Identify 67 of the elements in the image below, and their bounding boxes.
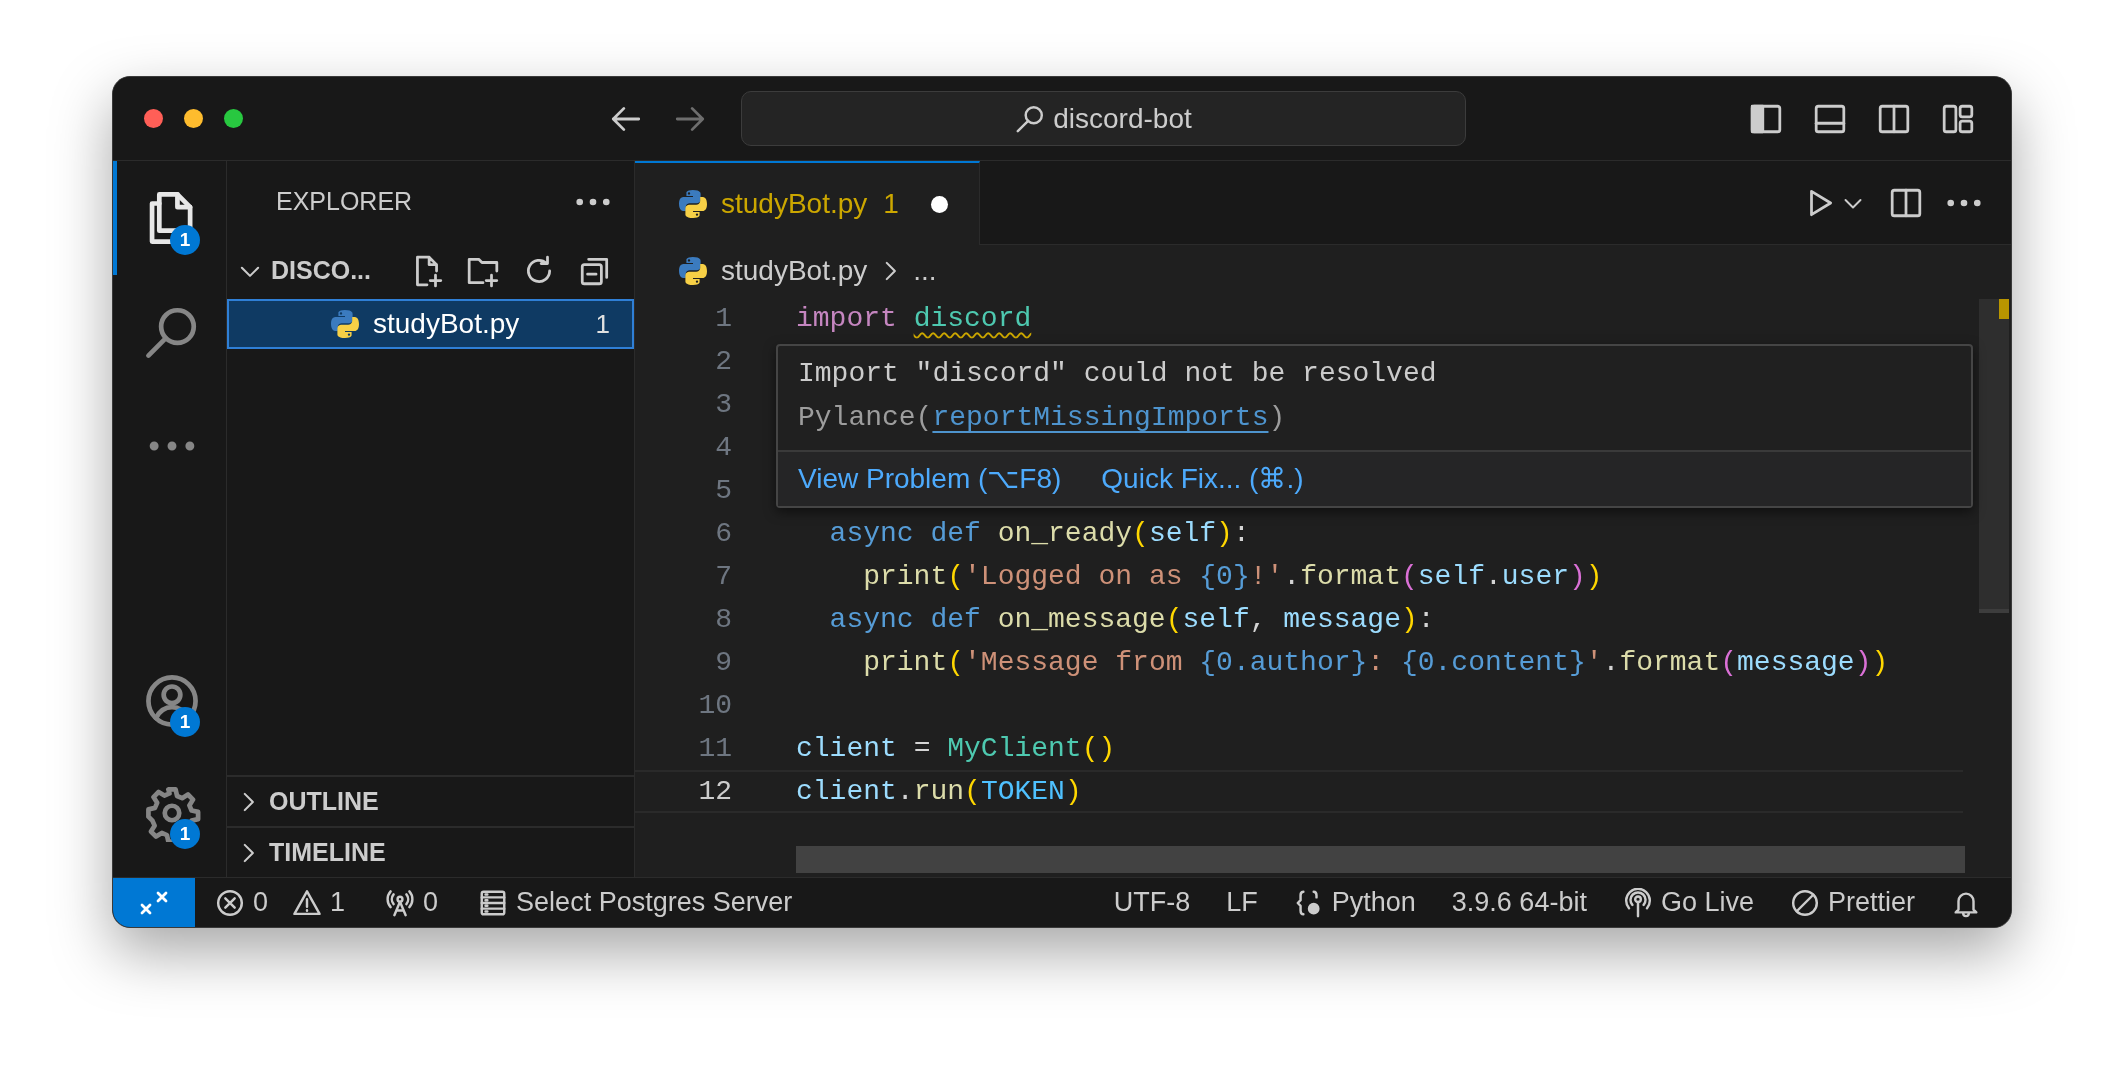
status-item[interactable]: Select Postgres Server — [466, 878, 805, 927]
notification-badge: 1 — [170, 225, 200, 255]
code-line: print('Message from {0.author}: {0.content}'.format(message)) — [862, 645, 1889, 680]
vertical-scrollbar[interactable] — [1979, 299, 2009, 613]
line-number: 5 — [714, 473, 732, 508]
sidebar-title: EXPLORER — [276, 186, 413, 218]
python-icon — [677, 188, 709, 220]
line-number: 1 — [714, 301, 732, 336]
error-icon — [215, 887, 245, 918]
code-line: async def on_ready(self): — [828, 516, 1250, 551]
more-actions-icon[interactable] — [1947, 198, 1981, 207]
file-item[interactable]: studyBot.py 1 — [227, 299, 634, 349]
line-number: 4 — [714, 430, 732, 465]
broadcast-icon — [1622, 887, 1653, 918]
section-header[interactable]: OUTLINE — [227, 775, 634, 826]
line-number: 10 — [697, 688, 732, 723]
python-icon — [677, 255, 709, 287]
notification-badge: 1 — [170, 819, 200, 849]
hover-action-link[interactable]: Quick Fix... (⌘.) — [1101, 458, 1304, 500]
warning-marker — [1999, 299, 2009, 319]
code-line: print('Logged on as {0}!'.format(self.user)) — [862, 559, 1603, 594]
problem-count: 1 — [883, 187, 899, 221]
remote-button[interactable] — [113, 878, 195, 927]
status-item[interactable]: 1 — [280, 878, 358, 927]
line-number: 12 — [697, 774, 732, 809]
status-item[interactable]: Go Live — [1610, 878, 1766, 927]
python-icon — [329, 308, 361, 340]
line-number: 6 — [714, 516, 732, 551]
status-item[interactable]: 0 — [373, 878, 451, 927]
breadcrumb-item[interactable]: ... — [913, 250, 937, 292]
line-number: 7 — [714, 559, 732, 594]
warning-icon — [292, 887, 323, 918]
status-item[interactable]: UTF-8 — [1101, 878, 1203, 927]
line-number: 3 — [714, 387, 732, 422]
folder-header[interactable]: DISCO... — [227, 243, 634, 299]
status-item[interactable]: Prettier — [1777, 878, 1927, 927]
line-number: 8 — [714, 602, 732, 637]
horizontal-scrollbar[interactable] — [796, 846, 1965, 873]
status-item[interactable]: 0 — [203, 878, 281, 927]
editor-tab[interactable]: studyBot.py 1 — [635, 161, 980, 245]
code-line: client.run(TOKEN) — [796, 774, 1082, 809]
status-item[interactable]: 3.9.6 64-bit — [1439, 878, 1599, 927]
status-item[interactable]: LF — [1214, 878, 1270, 927]
code-line: import discord — [796, 301, 1032, 336]
activity-bar-item[interactable]: 1 — [113, 757, 226, 869]
rule-link[interactable]: reportMissingImports — [932, 402, 1269, 433]
hover-action-link[interactable]: View Problem (⌥F8) — [798, 458, 1062, 500]
activity-bar-item[interactable]: 1 — [113, 645, 226, 757]
more-icon — [148, 441, 195, 451]
close-window-button[interactable] — [144, 109, 163, 128]
problem-count: 1 — [595, 307, 610, 341]
minimize-window-button[interactable] — [184, 109, 203, 128]
status-item[interactable]: Python — [1281, 878, 1428, 927]
more-actions-icon[interactable] — [576, 198, 610, 206]
command-search-field[interactable]: discord-bot — [741, 91, 1466, 146]
notification-badge: 1 — [170, 707, 200, 737]
antenna-icon — [385, 887, 416, 918]
code-line: client = MyClient() — [796, 731, 1116, 766]
maximize-window-button[interactable] — [224, 109, 243, 128]
problem-message: Import "discord" could not be resolved Pylance(reportMissingImports) — [797, 357, 1438, 435]
line-number: 9 — [714, 645, 732, 680]
code-line: async def on_message(self, message): — [828, 602, 1435, 637]
line-number: 11 — [697, 731, 732, 766]
breadcrumb-item[interactable]: studyBot.py — [677, 250, 868, 292]
search-icon — [1015, 103, 1046, 134]
slash-circle-icon — [1789, 887, 1820, 918]
line-number: 2 — [714, 344, 732, 379]
